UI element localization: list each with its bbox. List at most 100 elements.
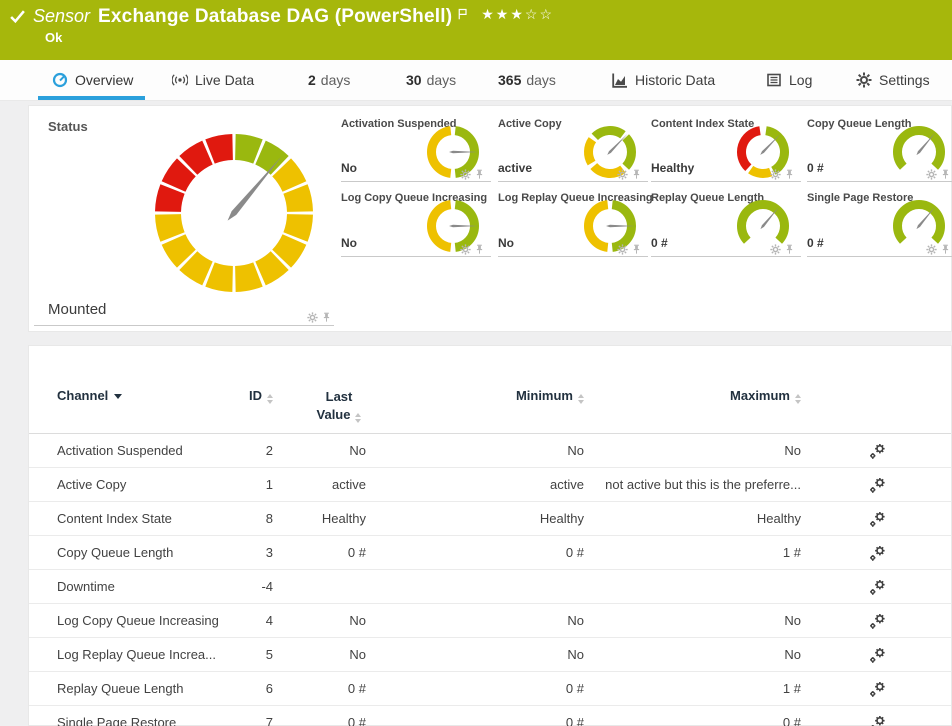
tab-2-days[interactable]: 2days	[308, 60, 350, 100]
tab-bar: Overview Live Data 2days 30days 365days …	[0, 60, 952, 101]
pin-icon[interactable]	[474, 244, 485, 255]
tab-365-days[interactable]: 365days	[498, 60, 556, 100]
status-panel-title: Status	[48, 119, 88, 134]
gear-icon[interactable]	[926, 169, 937, 180]
tab-overview[interactable]: Overview	[52, 60, 133, 100]
tab-log[interactable]: Log	[766, 60, 812, 100]
tab-live-data[interactable]: Live Data	[172, 60, 254, 100]
channel-last-value: No	[273, 604, 366, 638]
status-gauges-panel: Status Mounted Activation Suspended No A…	[28, 105, 952, 332]
channels-table-panel: Channel ID Last Value Minimum Maximum Ac…	[28, 345, 952, 726]
channel-maximum: No	[584, 638, 801, 672]
gauge-log-copy-queue-increasing: Log Copy Queue Increasing No	[341, 192, 487, 257]
channel-settings-gears-icon[interactable]	[869, 443, 886, 460]
pin-icon[interactable]	[784, 244, 795, 255]
ok-check-icon	[9, 8, 26, 25]
divider	[498, 256, 648, 257]
channel-settings-gears-icon[interactable]	[869, 511, 886, 528]
channel-minimum: No	[366, 434, 584, 468]
table-row: Single Page Restore 7 0 # 0 # 0 #	[29, 706, 951, 726]
channel-settings-gears-icon[interactable]	[869, 613, 886, 630]
gear-icon[interactable]	[770, 169, 781, 180]
tab-settings[interactable]: Settings	[856, 60, 930, 100]
channel-name: Single Page Restore	[29, 706, 239, 726]
gauge-value: Healthy	[651, 161, 694, 175]
channel-maximum: No	[584, 434, 801, 468]
gear-icon	[856, 72, 872, 88]
pin-icon[interactable]	[474, 169, 485, 180]
channel-id: 2	[239, 434, 273, 468]
table-row: Replay Queue Length 6 0 # 0 # 1 #	[29, 672, 951, 706]
channel-minimum	[366, 570, 584, 604]
column-header-last-value[interactable]: Last Value	[273, 372, 366, 434]
gauge-replay-queue-length: Replay Queue Length 0 #	[651, 192, 797, 257]
area-chart-icon	[612, 72, 628, 88]
channel-settings-gears-icon[interactable]	[869, 545, 886, 562]
gear-icon[interactable]	[770, 244, 781, 255]
gear-icon[interactable]	[460, 169, 471, 180]
channel-maximum: 1 #	[584, 672, 801, 706]
pin-icon[interactable]	[940, 169, 951, 180]
gauge-value: 0 #	[807, 161, 824, 175]
channels-table: Channel ID Last Value Minimum Maximum Ac…	[29, 372, 951, 726]
column-header-minimum[interactable]: Minimum	[366, 372, 584, 434]
prtg-sensor-page: Sensor Exchange Database DAG (PowerShell…	[0, 0, 952, 726]
log-list-icon	[766, 72, 782, 88]
channel-last-value: 0 #	[273, 706, 366, 726]
table-row: Downtime -4	[29, 570, 951, 604]
divider	[341, 181, 491, 182]
channel-settings-gears-icon[interactable]	[869, 681, 886, 698]
channel-name: Log Copy Queue Increasing	[29, 604, 239, 638]
tab-30-days[interactable]: 30days	[406, 60, 456, 100]
channel-minimum: active	[366, 468, 584, 502]
gauge-copy-queue-length: Copy Queue Length 0 #	[807, 118, 952, 182]
sort-icon	[355, 413, 361, 423]
gear-icon[interactable]	[617, 244, 628, 255]
channel-settings-gears-icon[interactable]	[869, 579, 886, 596]
status-main-gauge	[149, 128, 319, 298]
gauge-active-copy: Active Copy active	[498, 118, 644, 182]
gear-icon[interactable]	[460, 244, 471, 255]
channel-minimum: Healthy	[366, 502, 584, 536]
table-row: Content Index State 8 Healthy Healthy He…	[29, 502, 951, 536]
column-header-id[interactable]: ID	[239, 372, 273, 434]
column-header-channel[interactable]: Channel	[29, 372, 239, 434]
divider	[651, 256, 801, 257]
channel-maximum: 0 #	[584, 706, 801, 726]
gear-icon[interactable]	[926, 244, 937, 255]
column-header-maximum[interactable]: Maximum	[584, 372, 801, 434]
pin-icon[interactable]	[631, 169, 642, 180]
channel-id: 7	[239, 706, 273, 726]
pin-icon[interactable]	[940, 244, 951, 255]
gear-icon[interactable]	[307, 312, 318, 323]
sort-icon	[267, 394, 273, 404]
channel-name: Active Copy	[29, 468, 239, 502]
status-value-row: Mounted	[34, 296, 334, 326]
priority-stars[interactable]: ★★★☆☆	[481, 6, 554, 23]
gear-icon[interactable]	[617, 169, 628, 180]
channel-minimum: No	[366, 638, 584, 672]
table-row: Active Copy 1 active active not active b…	[29, 468, 951, 502]
channel-settings-gears-icon[interactable]	[869, 477, 886, 494]
sort-icon	[795, 394, 801, 404]
channel-name: Replay Queue Length	[29, 672, 239, 706]
channel-name: Downtime	[29, 570, 239, 604]
gauge-icon	[52, 72, 68, 88]
channel-last-value	[273, 570, 366, 604]
channel-last-value: No	[273, 638, 366, 672]
sensor-title: Exchange Database DAG (PowerShell)	[98, 6, 452, 28]
divider	[341, 256, 491, 257]
tab-historic-data[interactable]: Historic Data	[612, 60, 715, 100]
pin-icon[interactable]	[631, 244, 642, 255]
channel-settings-gears-icon[interactable]	[869, 715, 886, 726]
gauge-title: Active Copy	[498, 118, 562, 130]
pin-icon[interactable]	[784, 169, 795, 180]
priority-flag-icon[interactable]	[457, 7, 469, 19]
sensor-status-text: Ok	[45, 30, 62, 45]
gauge-activation-suspended: Activation Suspended No	[341, 118, 487, 182]
channel-settings-gears-icon[interactable]	[869, 647, 886, 664]
status-value: Mounted	[48, 301, 106, 318]
channel-name: Activation Suspended	[29, 434, 239, 468]
divider	[651, 181, 801, 182]
pin-icon[interactable]	[321, 312, 332, 323]
